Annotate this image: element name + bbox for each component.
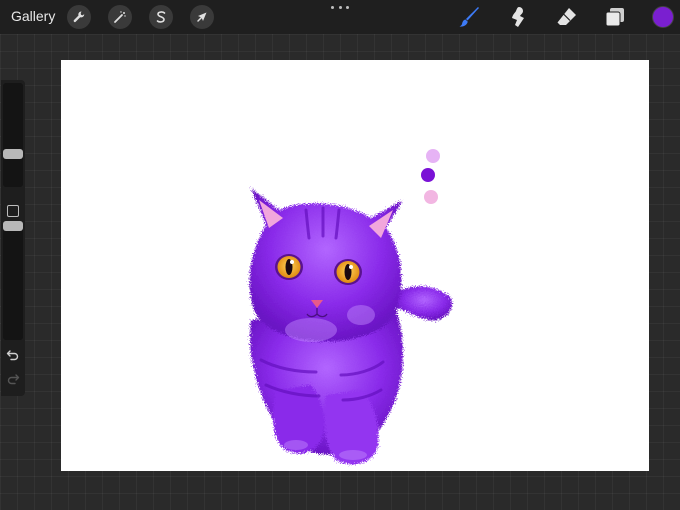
redo-icon[interactable] xyxy=(6,372,20,386)
left-sidebar xyxy=(1,80,25,396)
actions-button[interactable] xyxy=(67,5,91,29)
transform-button[interactable] xyxy=(190,5,214,29)
undo-icon[interactable] xyxy=(6,348,20,362)
modify-button[interactable] xyxy=(7,205,19,217)
brush-size-slider[interactable] xyxy=(3,83,23,187)
adjustments-button[interactable] xyxy=(108,5,132,29)
arrow-cursor-icon xyxy=(197,12,207,22)
brush-size-slider-thumb[interactable] xyxy=(3,148,23,159)
opacity-slider[interactable] xyxy=(3,222,23,340)
current-color-swatch[interactable] xyxy=(652,6,674,28)
smudge-icon[interactable] xyxy=(506,5,530,29)
selection-s-icon xyxy=(156,11,166,23)
gallery-button[interactable]: Gallery xyxy=(11,8,55,24)
magic-wand-icon xyxy=(114,11,126,23)
layers-icon[interactable] xyxy=(603,5,627,29)
drawing-canvas[interactable] xyxy=(61,60,649,471)
artwork xyxy=(249,149,453,465)
eraser-icon[interactable] xyxy=(555,5,579,29)
opacity-slider-thumb[interactable] xyxy=(3,220,23,231)
selection-button[interactable] xyxy=(149,5,173,29)
swatch-light-pink xyxy=(424,190,438,204)
wrench-icon xyxy=(73,11,85,23)
cat-drawing xyxy=(249,188,453,465)
swatch-violet xyxy=(421,168,435,182)
top-toolbar: Gallery xyxy=(0,0,680,34)
swatch-light-lilac xyxy=(426,149,440,163)
more-options-icon[interactable] xyxy=(331,2,349,12)
brush-icon[interactable] xyxy=(457,5,481,29)
